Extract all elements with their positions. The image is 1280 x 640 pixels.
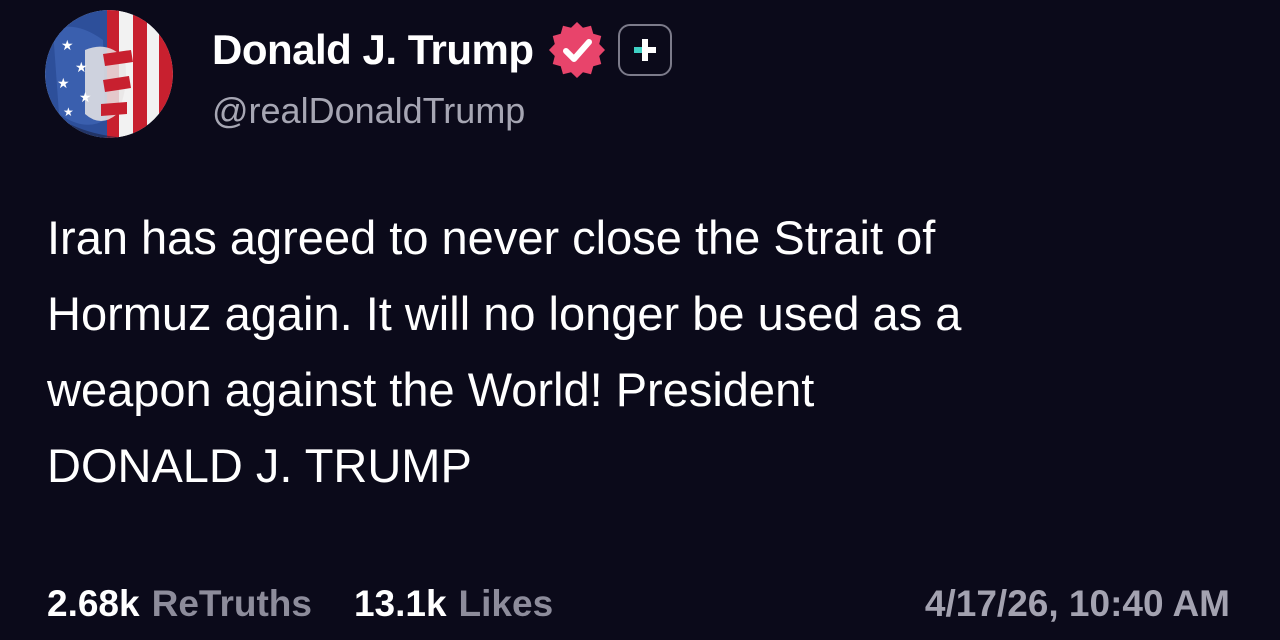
svg-text:★: ★ xyxy=(79,90,92,106)
post-text-line: Hormuz again. It will no longer be used … xyxy=(47,287,962,340)
avatar[interactable]: ★ ★ ★ ★ ★ xyxy=(45,10,173,138)
author-name-row: Donald J. Trump xyxy=(212,22,672,78)
display-name[interactable]: Donald J. Trump xyxy=(212,26,534,74)
author-handle[interactable]: @realDonaldTrump xyxy=(212,90,525,132)
retruths-label: ReTruths xyxy=(151,583,312,624)
flag-portrait-image: ★ ★ ★ ★ ★ xyxy=(45,10,173,138)
post-text-line: Iran has agreed to never close the Strai… xyxy=(47,211,936,264)
post-text-line: DONALD J. TRUMP xyxy=(47,439,472,492)
post-text-line: weapon against the World! President xyxy=(47,363,815,416)
retruths-count: 2.68k xyxy=(47,583,140,624)
post-footer: 2.68k ReTruths 13.1k Likes 4/17/26, 10:4… xyxy=(47,578,1230,630)
svg-text:★: ★ xyxy=(61,38,74,54)
svg-text:★: ★ xyxy=(63,105,74,119)
post-text: Iran has agreed to never close the Strai… xyxy=(47,200,1247,504)
plus-icon xyxy=(633,39,656,61)
plus-badge xyxy=(617,24,672,76)
truth-post: ★ ★ ★ ★ ★ Donald J. Trump @realDonaldTru… xyxy=(0,0,1280,640)
svg-text:★: ★ xyxy=(57,76,70,92)
verified-badge-icon xyxy=(548,22,605,78)
likes-count: 13.1k xyxy=(353,583,447,624)
post-timestamp[interactable]: 4/17/26, 10:40 AM xyxy=(925,583,1230,625)
retruths-stat[interactable]: 2.68k ReTruths xyxy=(47,583,312,625)
likes-stat[interactable]: 13.1k Likes xyxy=(354,583,553,625)
likes-label: Likes xyxy=(458,583,554,624)
svg-text:★: ★ xyxy=(75,60,88,76)
